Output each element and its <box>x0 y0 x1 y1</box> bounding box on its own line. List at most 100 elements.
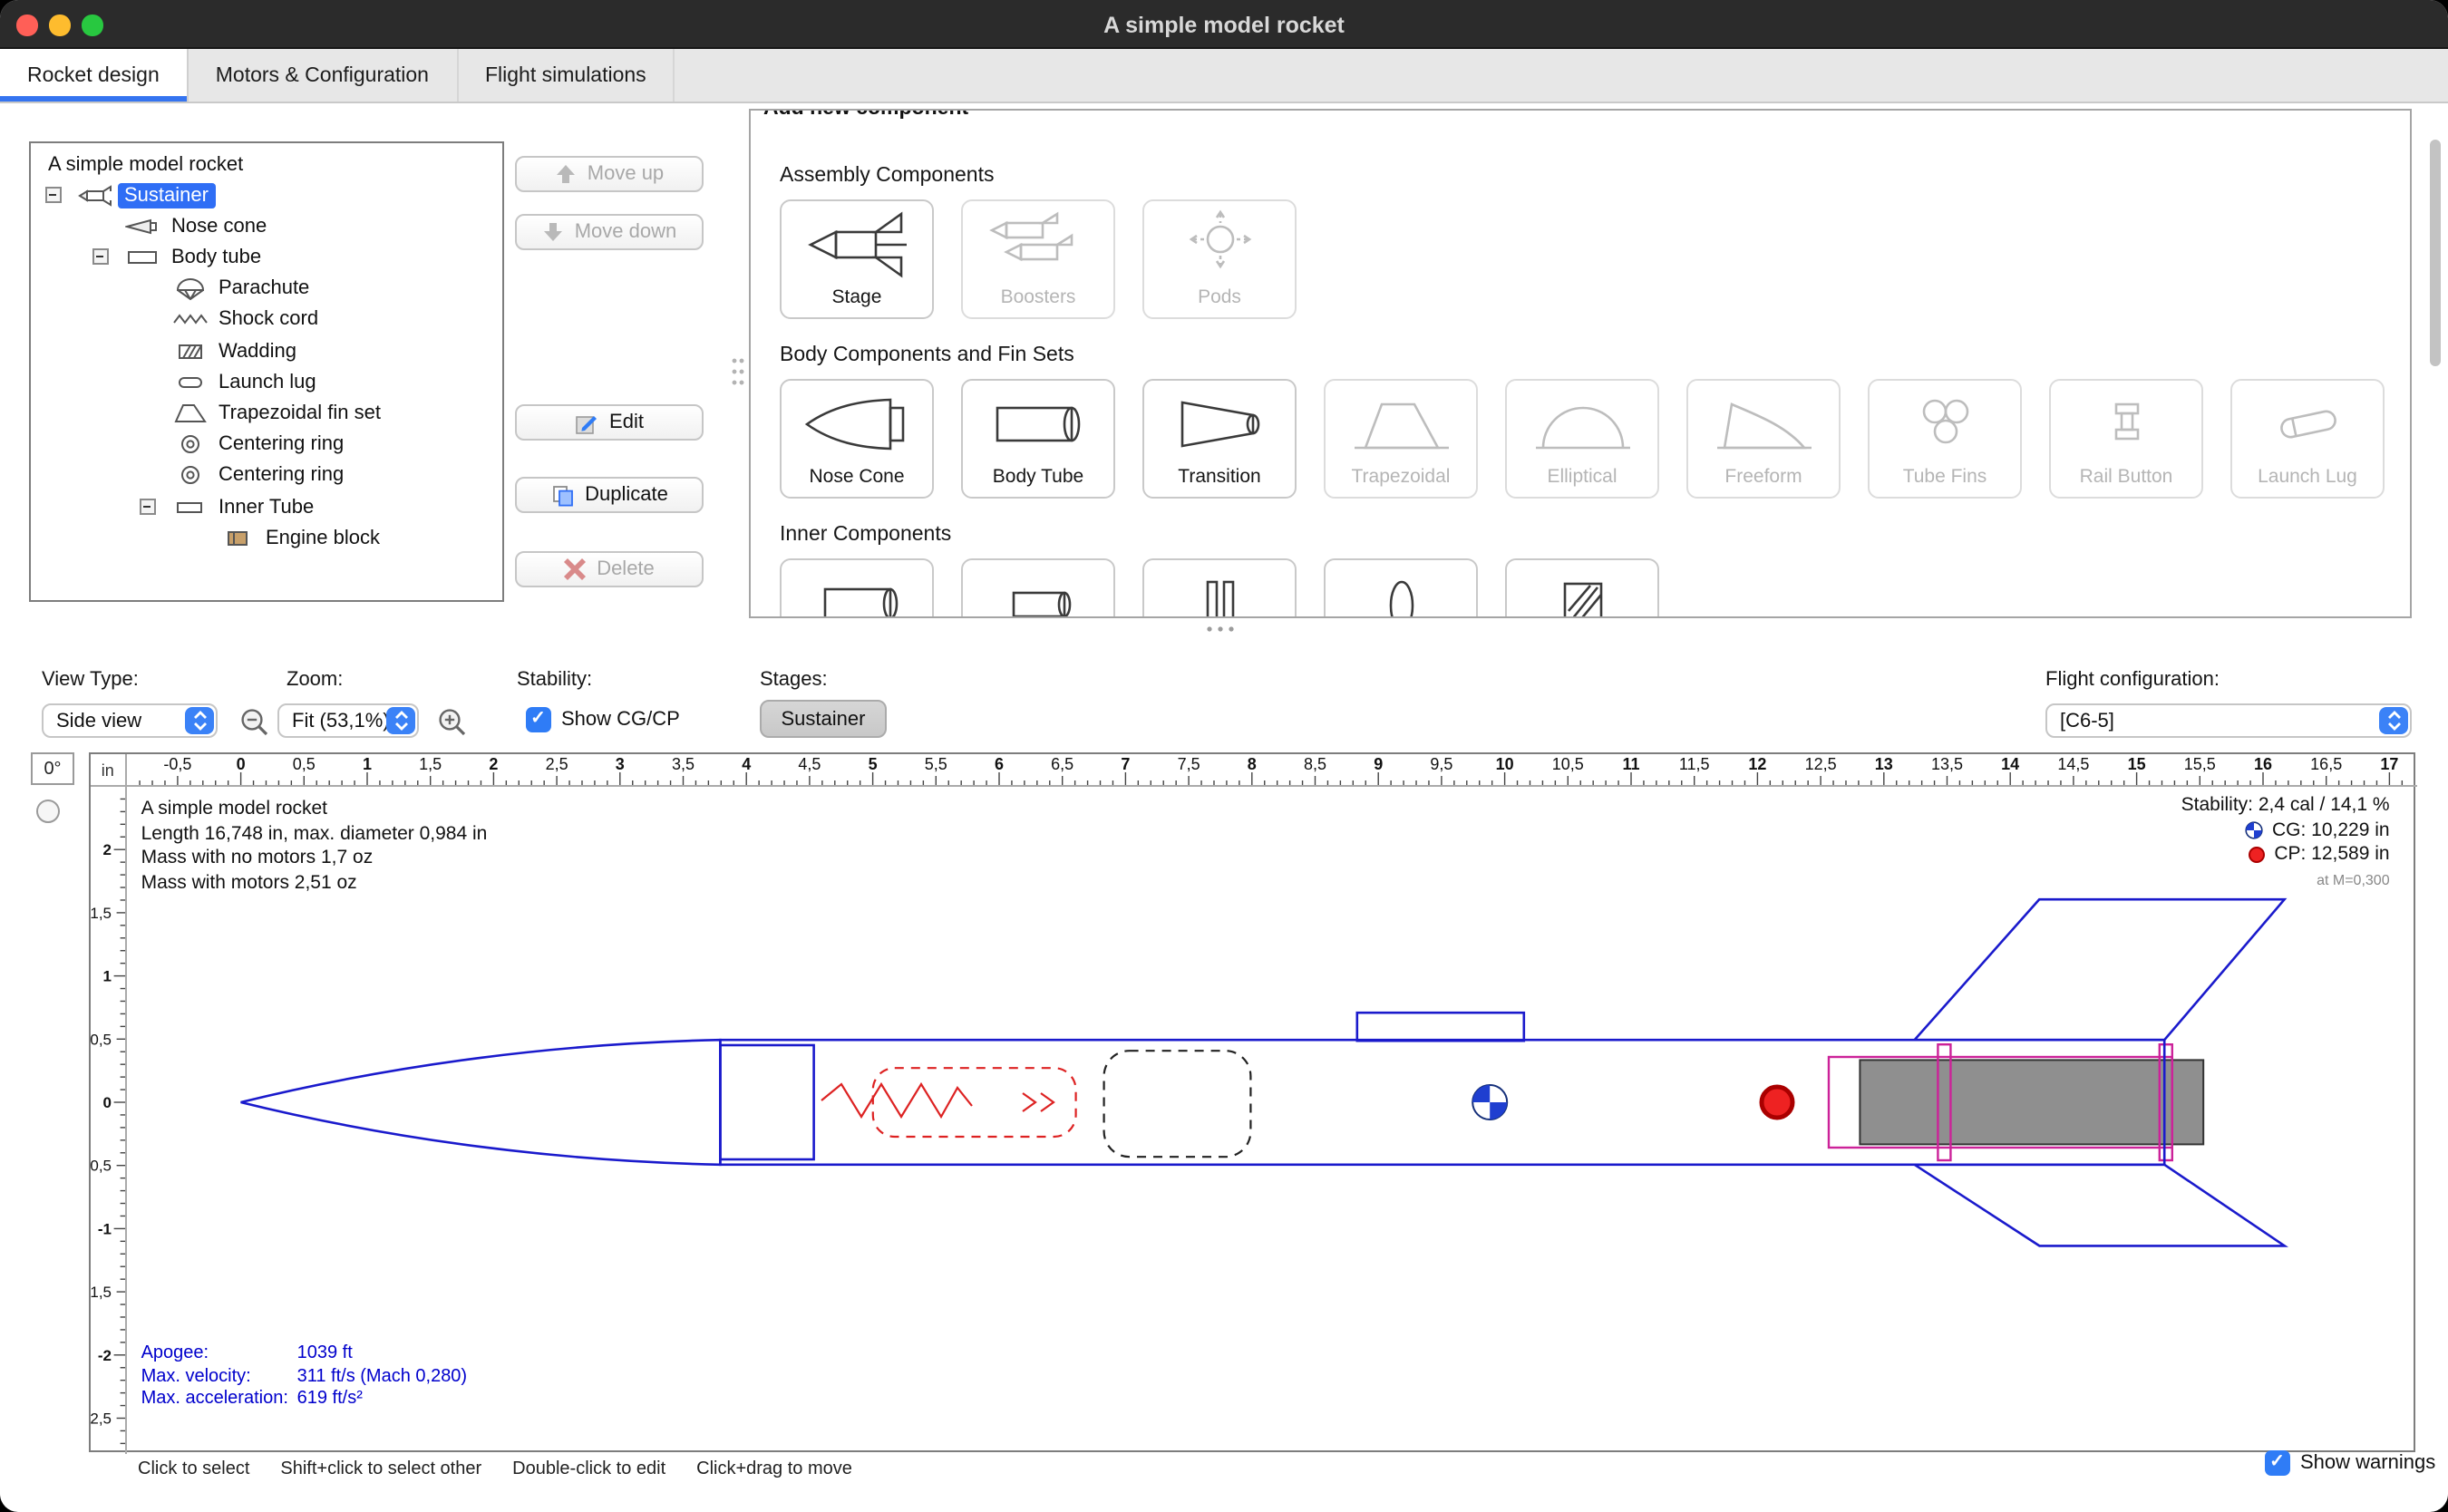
tree-item-label[interactable]: Body tube <box>164 245 268 270</box>
tree-item-label[interactable]: Centering ring <box>211 463 351 489</box>
tree-item-label[interactable]: Nose cone <box>164 213 274 238</box>
zoom-select[interactable]: Fit (53,1%) <box>277 703 419 738</box>
show-warnings-checkbox[interactable]: ✓ Show warnings <box>2265 1450 2435 1475</box>
svg-text:0,5: 0,5 <box>91 1031 112 1048</box>
component-card-nose-cone[interactable]: Nose Cone <box>780 379 934 499</box>
tree-item-nose-cone[interactable]: Nose cone <box>30 211 501 242</box>
rocket-canvas[interactable]: A simple model rocket Length 16,748 in, … <box>127 787 2417 1454</box>
tree-item-shock-cord[interactable]: Shock cord <box>30 305 501 336</box>
tree-expander-icon[interactable] <box>139 499 155 515</box>
component-tree[interactable]: A simple model rocket Sustainer Nose cone B… <box>28 141 503 601</box>
tree-item-label[interactable]: Inner Tube <box>211 494 321 519</box>
component-card-launch-lug[interactable]: Launch Lug <box>2230 379 2385 499</box>
tree-item-label[interactable]: Sustainer <box>117 182 216 208</box>
stage-toggle-sustainer[interactable]: Sustainer <box>760 700 887 738</box>
tree-item-sustainer[interactable]: Sustainer <box>30 180 501 211</box>
pods-icon <box>1162 208 1278 290</box>
duplicate-icon <box>550 483 574 507</box>
show-cgcp-checkbox[interactable]: ✓ Show CG/CP <box>526 707 680 732</box>
tree-item-centering-ring[interactable]: Centering ring <box>30 461 501 492</box>
component-card-inner-components-1[interactable] <box>780 558 934 618</box>
tree-item-label[interactable]: Engine block <box>258 525 387 550</box>
tree-item-label[interactable]: Parachute <box>211 276 316 301</box>
view-type-select[interactable]: Side view <box>42 703 218 738</box>
duplicate-button[interactable]: Duplicate <box>515 477 704 513</box>
svg-text:2: 2 <box>489 755 498 773</box>
component-card-transition[interactable]: Transition <box>1142 379 1297 499</box>
svg-text:11,5: 11,5 <box>1678 755 1709 773</box>
tree-item-label[interactable]: Shock cord <box>211 307 325 333</box>
svg-text:-0,5: -0,5 <box>91 1158 112 1175</box>
nose-cone-shape <box>240 1040 720 1165</box>
tab-flight-simulations[interactable]: Flight simulations <box>458 49 675 102</box>
main-tabbar: Rocket designMotors & ConfigurationFligh… <box>0 49 2448 103</box>
component-card-stage[interactable]: Stage <box>780 199 934 319</box>
zoom-out-button[interactable] <box>236 703 272 740</box>
svg-text:15: 15 <box>2127 755 2145 773</box>
component-card-inner-components-2[interactable] <box>961 558 1115 618</box>
rotation-angle-indicator: 0° <box>31 752 74 785</box>
svg-text:7: 7 <box>1121 755 1130 773</box>
tree-item-label[interactable]: Launch lug <box>211 369 324 394</box>
fin-set-icon <box>171 401 208 426</box>
component-card-elliptical[interactable]: Elliptical <box>1505 379 1659 499</box>
tree-item-inner-tube[interactable]: Inner Tube <box>30 492 501 523</box>
svg-text:13: 13 <box>1874 755 1892 773</box>
tree-item-engine-block[interactable]: Engine block <box>30 523 501 554</box>
panel-drag-handle[interactable] <box>731 355 745 388</box>
component-card-boosters[interactable]: Boosters <box>961 199 1115 319</box>
tab-motors-configuration[interactable]: Motors & Configuration <box>189 49 458 102</box>
parachute-shape <box>872 1068 1075 1137</box>
trapezoidal-icon <box>1344 388 1460 470</box>
tab-rocket-design[interactable]: Rocket design <box>0 49 189 102</box>
stability-readout: Stability: 2,4 cal / 14,1 % CG: 10,229 i… <box>2181 794 2390 892</box>
motor-shape <box>1860 1060 2203 1144</box>
stage-icon <box>77 182 113 208</box>
component-card-inner-components-3[interactable] <box>1142 558 1297 618</box>
svg-text:2: 2 <box>103 841 112 858</box>
zoom-in-button[interactable] <box>433 703 470 740</box>
svg-text:9: 9 <box>1374 755 1383 773</box>
move-up-button[interactable]: Move up <box>515 156 704 192</box>
tree-item-label[interactable]: Trapezoidal fin set <box>211 401 388 426</box>
tree-item-centering-ring[interactable]: Centering ring <box>30 430 501 460</box>
flight-configuration-select[interactable]: [C6-5] <box>2045 703 2412 738</box>
nose-cone-icon <box>124 213 160 238</box>
vertical-scrollbar[interactable] <box>2430 140 2440 366</box>
component-card-inner-components-4[interactable] <box>1324 558 1478 618</box>
flight-configuration-label: Flight configuration: <box>2045 669 2220 691</box>
tree-item-wadding[interactable]: Wadding <box>30 336 501 367</box>
horizontal-ruler: -0,500,511,522,533,544,555,566,577,588,5… <box>127 754 2417 787</box>
section-label-inner-components: Inner Components <box>780 524 2410 546</box>
rotation-knob[interactable] <box>36 800 60 823</box>
tree-expander-icon[interactable] <box>92 249 108 266</box>
tree-item-label[interactable]: Wadding <box>211 338 304 363</box>
tree-root-label[interactable]: A simple model rocket <box>48 151 243 177</box>
nose-shoulder-shape <box>720 1045 813 1159</box>
tree-item-body-tube[interactable]: Body tube <box>30 243 501 274</box>
component-card-trapezoidal[interactable]: Trapezoidal <box>1324 379 1478 499</box>
delete-button[interactable]: Delete <box>515 551 704 587</box>
component-card-body-tube[interactable]: Body Tube <box>961 379 1115 499</box>
centering-ring-icon <box>1162 567 1278 618</box>
component-card-rail-button[interactable]: Rail Button <box>2049 379 2203 499</box>
tree-item-launch-lug[interactable]: Launch lug <box>30 367 501 398</box>
tree-expander-icon[interactable] <box>44 187 61 203</box>
component-card-inner-components-5[interactable] <box>1505 558 1659 618</box>
tree-item-label[interactable]: Centering ring <box>211 431 351 457</box>
chevron-updown-icon <box>386 707 415 734</box>
centering-ring-icon <box>171 463 208 489</box>
tree-item-parachute[interactable]: Parachute <box>30 274 501 305</box>
edit-button[interactable]: Edit <box>515 404 704 441</box>
tree-item-trapezoidal-fin-set[interactable]: Trapezoidal fin set <box>30 399 501 430</box>
tube-fins-icon <box>1888 388 2004 470</box>
component-card-freeform[interactable]: Freeform <box>1686 379 1841 499</box>
magnifier-plus-icon <box>436 706 467 737</box>
component-card-tube-fins[interactable]: Tube Fins <box>1868 379 2022 499</box>
component-card-pods[interactable]: Pods <box>1142 199 1297 319</box>
coupler-icon <box>981 567 1097 618</box>
flight-readout: Apogee:1039 ft Max. velocity:311 ft/s (M… <box>141 1343 468 1411</box>
svg-text:3,5: 3,5 <box>672 755 695 773</box>
panel-resize-handle[interactable] <box>1204 625 1237 633</box>
move-down-button[interactable]: Move down <box>515 214 704 250</box>
